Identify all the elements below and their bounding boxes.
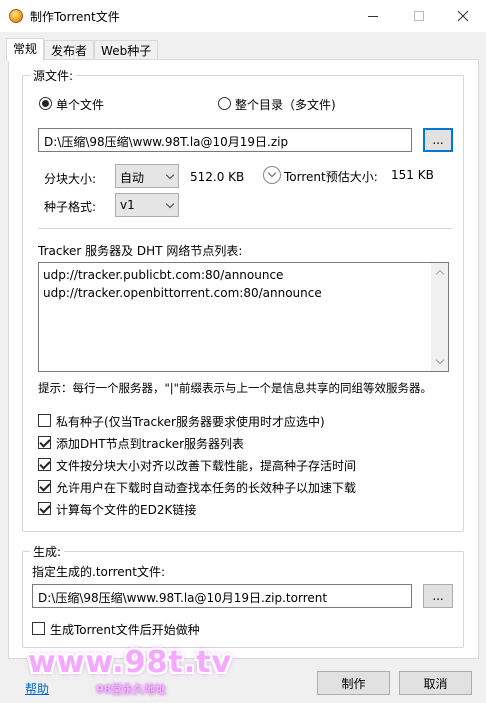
scroll-up-icon[interactable] xyxy=(435,269,445,279)
piece-size-select[interactable]: 自动 xyxy=(115,164,179,188)
title-bar: 制作Torrent文件 xyxy=(0,0,486,32)
separator xyxy=(38,228,452,229)
private-torrent-checkbox[interactable] xyxy=(38,414,51,427)
tracker-line: udp://tracker.openbittorrent.com:80/anno… xyxy=(43,286,322,300)
scroll-down-icon[interactable] xyxy=(435,355,445,365)
align-pieces-label[interactable]: 文件按分块大小对齐以改善下载性能，提高种子存活时间 xyxy=(56,457,356,474)
output-path-field[interactable]: D:\压缩\98压缩\www.98T.la@10月19日.zip.torrent xyxy=(32,584,412,608)
close-icon xyxy=(457,10,469,22)
chevron-down-icon xyxy=(165,199,175,209)
close-button[interactable] xyxy=(440,0,486,32)
watermark: www.98t.tv xyxy=(28,645,233,680)
ed2k-label[interactable]: 计算每个文件的ED2K链接 xyxy=(56,501,196,518)
long-seed-checkbox[interactable] xyxy=(38,480,51,493)
radio-directory-label[interactable]: 整个目录（多文件) xyxy=(235,96,336,113)
minimize-button[interactable] xyxy=(350,0,396,32)
window-title: 制作Torrent文件 xyxy=(30,10,120,24)
help-link[interactable]: 帮助 xyxy=(25,680,49,697)
piece-size-text: 512.0 KB xyxy=(190,170,245,184)
private-torrent-label[interactable]: 私有种子(仅当Tracker服务器要求使用时才应选中) xyxy=(56,413,325,430)
add-dht-checkbox[interactable] xyxy=(38,436,51,449)
ed2k-checkbox[interactable] xyxy=(38,502,51,515)
align-pieces-checkbox[interactable] xyxy=(38,458,51,471)
output-label: 指定生成的.torrent文件: xyxy=(32,565,165,579)
source-browse-button[interactable]: ... xyxy=(423,128,453,152)
format-value: v1 xyxy=(120,198,135,212)
radio-directory[interactable] xyxy=(218,97,231,110)
source-group-title: 源文件: xyxy=(30,67,77,84)
app-icon xyxy=(9,9,23,23)
watermark-subtext: 98堂永久地址 xyxy=(96,683,167,696)
estimate-label: Torrent预估大小: xyxy=(284,170,378,184)
tab-strip: 常规 发布者 Web种子 xyxy=(6,38,159,61)
start-seeding-checkbox[interactable] xyxy=(32,622,45,635)
maximize-button[interactable] xyxy=(396,0,442,32)
radio-single-file-label[interactable]: 单个文件 xyxy=(56,96,104,113)
add-dht-label[interactable]: 添加DHT节点到tracker服务器列表 xyxy=(56,435,244,452)
format-label: 种子格式: xyxy=(44,200,97,214)
tracker-scrollbar[interactable] xyxy=(431,263,448,371)
tab-publisher[interactable]: 发布者 xyxy=(44,40,95,60)
source-path-field[interactable]: D:\压缩\98压缩\www.98T.la@10月19日.zip xyxy=(38,128,412,152)
long-seed-label[interactable]: 允许用户在下载时自动查找本任务的长效种子以加速下载 xyxy=(56,479,356,496)
tracker-list[interactable]: udp://tracker.publicbt.com:80/announce u… xyxy=(38,262,449,372)
piece-size-value: 自动 xyxy=(120,171,145,185)
radio-single-file[interactable] xyxy=(39,97,52,110)
format-select[interactable]: v1 xyxy=(115,193,179,217)
tab-general[interactable]: 常规 xyxy=(6,38,45,61)
tracker-hint: 提示：每行一个服务器，"|"前缀表示与上一个是信息共享的同组等效服务器。 xyxy=(38,381,432,395)
piece-size-label: 分块大小: xyxy=(44,172,97,186)
estimate-value: 151 KB xyxy=(391,168,434,182)
minimize-icon xyxy=(368,15,378,17)
output-group-title: 生成: xyxy=(30,543,65,560)
expand-circle-icon[interactable] xyxy=(263,166,281,184)
create-button[interactable]: 制作 xyxy=(317,671,390,695)
maximize-icon xyxy=(414,11,424,21)
output-browse-button[interactable]: ... xyxy=(423,584,453,608)
tracker-line: udp://tracker.publicbt.com:80/announce xyxy=(43,268,284,282)
chevron-down-icon xyxy=(165,170,175,180)
tracker-label: Tracker 服务器及 DHT 网络节点列表: xyxy=(38,244,243,258)
cancel-button[interactable]: 取消 xyxy=(399,671,472,695)
tab-web-seed[interactable]: Web种子 xyxy=(94,40,159,60)
start-seeding-label[interactable]: 生成Torrent文件后开始做种 xyxy=(50,621,200,638)
